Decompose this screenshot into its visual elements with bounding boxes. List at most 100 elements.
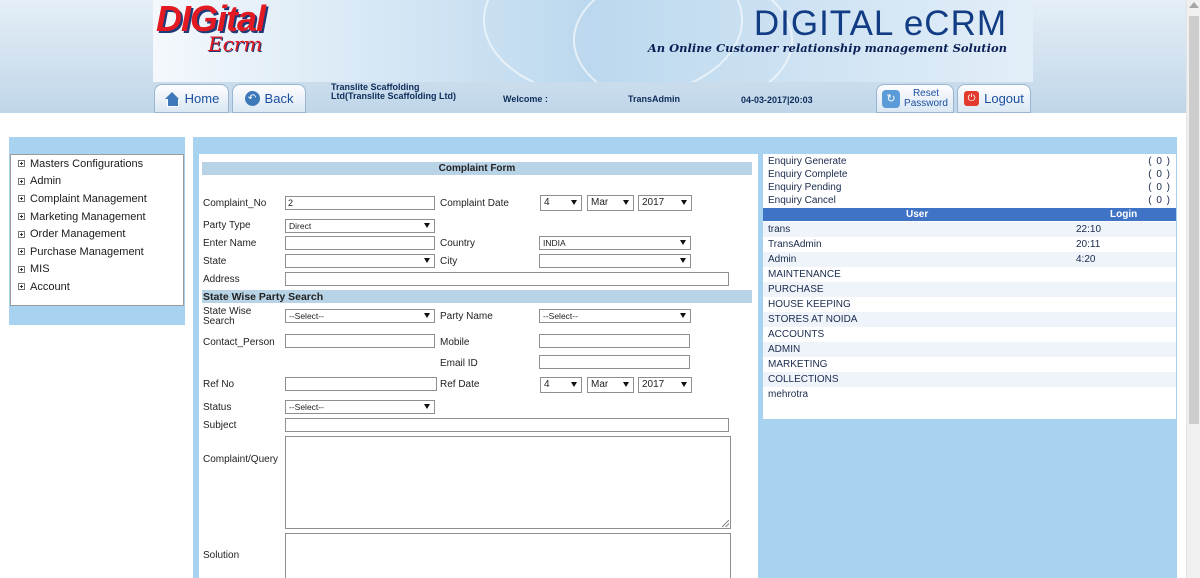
user-name: HOUSE KEEPING	[768, 299, 851, 310]
logout-icon: ⏻	[964, 91, 980, 106]
sidebar-item-masters-configurations[interactable]: Masters Configurations	[11, 155, 183, 173]
table-row: Admin 4:20	[763, 252, 1176, 267]
ref-no-label: Ref No	[203, 379, 235, 390]
brand-title: DIGITAL eCRM	[753, 4, 1007, 43]
page-scrollbar[interactable]	[1186, 0, 1200, 578]
ref-no-input[interactable]	[285, 377, 437, 391]
mobile-input[interactable]	[539, 334, 690, 348]
enter-name-input[interactable]	[285, 236, 435, 250]
complaint-date-year-select[interactable]: 2017	[638, 195, 692, 211]
user-name: ADMIN	[768, 344, 801, 355]
status-select[interactable]: --Select--	[285, 400, 435, 414]
reset-password-button[interactable]: ↻ Reset Password	[876, 84, 954, 113]
state-wise-search-select[interactable]: --Select--	[285, 309, 435, 323]
complaint-date-month-select[interactable]: Mar	[587, 195, 634, 211]
dropdown-arrow-icon	[424, 313, 430, 318]
mobile-label: Mobile	[440, 337, 470, 348]
user-name: trans	[768, 224, 791, 235]
complaint-query-textarea[interactable]	[285, 436, 731, 529]
enquiry-label: Enquiry Pending	[768, 182, 842, 193]
dropdown-arrow-icon	[681, 382, 687, 387]
enquiry-label: Enquiry Generate	[768, 156, 847, 167]
table-row: trans 22:10	[763, 222, 1176, 237]
digital-ecrm-logo[interactable]: DIGital Ecrm	[156, 0, 276, 60]
table-row: MARKETING	[763, 357, 1176, 372]
party-name-label: Party Name	[440, 311, 493, 322]
sidebar-item-complaint-management[interactable]: Complaint Management	[11, 190, 183, 208]
email-label: Email ID	[440, 358, 478, 369]
dropdown-arrow-icon	[424, 258, 430, 263]
party-name-select[interactable]: --Select--	[539, 309, 691, 323]
enquiry-count: ( 0 )	[1148, 182, 1171, 193]
home-button[interactable]: Home	[154, 84, 229, 113]
state-select[interactable]	[285, 254, 435, 268]
ref-date-month-select[interactable]: Mar	[587, 377, 634, 393]
sidebar-item-label: Order Management	[30, 228, 126, 241]
expand-plus-icon[interactable]	[18, 265, 25, 273]
sidebar-item-admin[interactable]: Admin	[11, 173, 183, 191]
logout-button[interactable]: ⏻ Logout	[957, 84, 1031, 113]
sidebar-item-marketing-management[interactable]: Marketing Management	[11, 208, 183, 226]
enquiry-generate-row[interactable]: Enquiry Generate ( 0 )	[768, 156, 1171, 169]
user-name: STORES AT NOIDA	[768, 314, 858, 325]
table-row: TransAdmin 20:11	[763, 237, 1176, 252]
ref-date-day-select[interactable]: 4	[540, 377, 582, 393]
solution-label: Solution	[203, 550, 240, 561]
login-time: 20:11	[1076, 239, 1101, 250]
sidebar-item-account[interactable]: Account	[11, 278, 183, 296]
dropdown-arrow-icon	[623, 382, 629, 387]
sidebar-item-label: Admin	[30, 175, 62, 188]
complaint-query-label: Complaint/Query	[203, 454, 279, 465]
enquiry-cancel-row[interactable]: Enquiry Cancel ( 0 )	[768, 195, 1171, 208]
users-table-header: User Login	[763, 208, 1176, 221]
solution-textarea[interactable]	[285, 533, 731, 578]
expand-plus-icon[interactable]	[18, 230, 25, 238]
dropdown-arrow-icon	[680, 240, 686, 245]
user-name: ACCOUNTS	[768, 329, 825, 340]
expand-plus-icon[interactable]	[18, 177, 25, 185]
page: DIGital Ecrm DIGITAL eCRM An Online Cust…	[0, 0, 1200, 578]
dropdown-arrow-icon	[680, 258, 686, 263]
select-value: --Select--	[289, 402, 324, 412]
scrollbar-thumb[interactable]	[1189, 16, 1199, 424]
enquiry-count: ( 0 )	[1148, 169, 1171, 180]
enter-name-label: Enter Name	[203, 238, 257, 249]
email-input[interactable]	[539, 355, 690, 369]
scroll-up-arrow-icon[interactable]	[1189, 2, 1199, 8]
contact-person-input[interactable]	[285, 334, 435, 348]
state-wise-search-label: State Wise Search	[203, 306, 252, 327]
country-select[interactable]: INDIA	[539, 236, 691, 250]
column-header-login: Login	[1110, 209, 1138, 220]
table-row: MAINTENANCE	[763, 267, 1176, 282]
column-header-user: User	[906, 209, 929, 220]
complaint-date-day-select[interactable]: 4	[540, 195, 582, 211]
login-time: 22:10	[1076, 224, 1102, 235]
address-input[interactable]	[285, 272, 729, 286]
enquiry-count: ( 0 )	[1148, 156, 1171, 167]
back-button-label: Back	[264, 91, 294, 106]
sidebar-item-purchase-management[interactable]: Purchase Management	[11, 243, 183, 261]
party-type-select[interactable]: Direct	[285, 219, 435, 233]
select-value: Mar	[591, 197, 609, 208]
sidebar-item-mis[interactable]: MIS	[11, 261, 183, 279]
enquiry-complete-row[interactable]: Enquiry Complete ( 0 )	[768, 169, 1171, 182]
sidebar-item-order-management[interactable]: Order Management	[11, 225, 183, 243]
select-value: Mar	[591, 379, 609, 390]
expand-plus-icon[interactable]	[18, 248, 25, 256]
back-button[interactable]: ↶ Back	[232, 84, 306, 113]
enquiry-pending-row[interactable]: Enquiry Pending ( 0 )	[768, 182, 1171, 195]
expand-plus-icon[interactable]	[18, 195, 25, 203]
select-value: --Select--	[543, 311, 578, 321]
home-button-label: Home	[184, 91, 220, 106]
subject-input[interactable]	[285, 418, 729, 432]
expand-plus-icon[interactable]	[18, 160, 25, 168]
expand-plus-icon[interactable]	[18, 213, 25, 221]
ref-date-year-select[interactable]: 2017	[638, 377, 692, 393]
enquiry-label: Enquiry Cancel	[768, 195, 836, 206]
city-select[interactable]	[539, 254, 691, 268]
resize-grip-icon[interactable]	[722, 520, 729, 527]
expand-plus-icon[interactable]	[18, 283, 25, 291]
sidebar-item-label: MIS	[30, 263, 50, 276]
complaint-no-input[interactable]: 2	[285, 196, 435, 210]
user-name: COLLECTIONS	[768, 374, 839, 385]
